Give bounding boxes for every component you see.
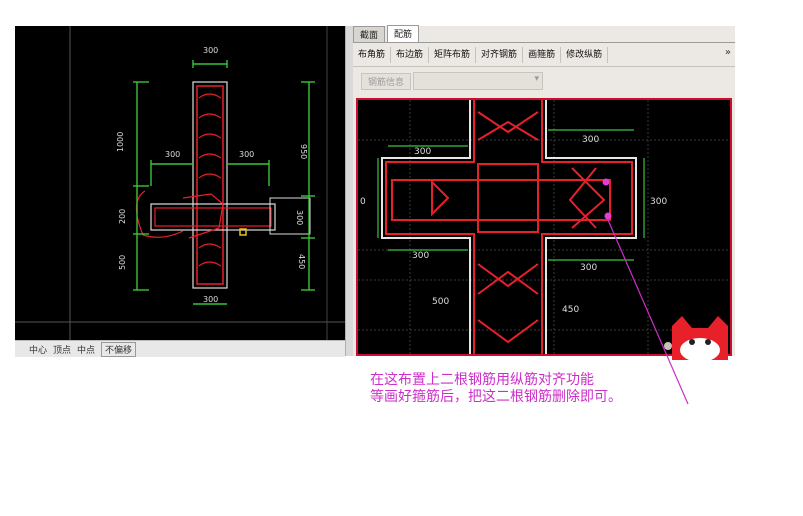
dim-right-height: 300 bbox=[650, 197, 667, 207]
edit-longitudinal-bar-button[interactable]: 修改纵筋 bbox=[561, 47, 609, 63]
dim-left-edge: 0 bbox=[360, 197, 366, 207]
mascot-fox-image bbox=[664, 312, 736, 362]
draw-stirrup-button[interactable]: 画箍筋 bbox=[523, 47, 562, 63]
dim-left-arm: 300 bbox=[165, 150, 180, 159]
tab-reinforcement[interactable]: 配筋 bbox=[387, 25, 420, 42]
dim-top-left: 300 bbox=[414, 147, 431, 157]
rebar-info-button[interactable]: 钢筋信息 bbox=[361, 72, 412, 90]
dim-height-bottom: 500 bbox=[118, 255, 127, 270]
dim-top-width: 300 bbox=[203, 46, 218, 55]
dim-bottom-width: 300 bbox=[203, 295, 218, 304]
place-edge-bar-button[interactable]: 布边筋 bbox=[391, 47, 430, 63]
annotation-line-1: 在这布置上二根钢筋用纵筋对齐功能 bbox=[370, 372, 594, 388]
instruction-annotation: 在这布置上二根钢筋用纵筋对齐功能 等画好箍筋后，把这二根钢筋删除即可。 bbox=[370, 372, 730, 406]
matrix-bar-button[interactable]: 矩阵布筋 bbox=[429, 47, 477, 63]
snap-center[interactable]: 中心 bbox=[29, 343, 47, 356]
dim-lower-left: 300 bbox=[412, 251, 429, 261]
snap-midpoint[interactable]: 中点 bbox=[77, 343, 95, 356]
left-status-bar: 中心 顶点 中点 不偏移 bbox=[15, 340, 345, 357]
dim-top-right: 300 bbox=[582, 135, 599, 145]
place-corner-bar-button[interactable]: 布角筋 bbox=[353, 47, 392, 63]
dim-lower-right: 300 bbox=[580, 263, 597, 273]
dim-bottom-right: 450 bbox=[562, 305, 579, 315]
dim-right-arm: 300 bbox=[239, 150, 254, 159]
dim-right-top: 950 bbox=[299, 144, 308, 159]
dim-bottom-left: 500 bbox=[432, 297, 449, 307]
tab-section[interactable]: 截面 bbox=[353, 26, 386, 42]
snap-vertex[interactable]: 顶点 bbox=[53, 343, 71, 356]
dim-right-mid: 300 bbox=[295, 210, 304, 225]
annotation-line-2: 等画好箍筋后，把这二根钢筋删除即可。 bbox=[370, 389, 622, 405]
fox-icon bbox=[664, 316, 728, 362]
tab-bar: 截面 配筋 bbox=[353, 25, 735, 43]
rebar-toolbar: 布角筋 布边筋 矩阵布筋 对齐钢筋 画箍筋 修改纵筋 » bbox=[353, 44, 735, 67]
align-bar-button[interactable]: 对齐钢筋 bbox=[476, 47, 524, 63]
dim-height-top: 1000 bbox=[116, 132, 125, 152]
left-section-drawing: 300 300 300 1000 200 500 950 300 450 300 bbox=[15, 26, 345, 340]
dim-right-bottom: 450 bbox=[297, 254, 306, 269]
dim-height-mid: 200 bbox=[118, 209, 127, 224]
left-cad-viewport[interactable]: 300 300 300 1000 200 500 950 300 450 300 bbox=[15, 26, 345, 340]
toolbar-more-icon[interactable]: » bbox=[725, 47, 731, 58]
offset-mode[interactable]: 不偏移 bbox=[101, 341, 137, 357]
rebar-editor-panel: 截面 配筋 布角筋 布边筋 矩阵布筋 对齐钢筋 画箍筋 修改纵筋 » 钢筋信息 bbox=[353, 25, 735, 356]
rebar-info-select[interactable] bbox=[413, 72, 544, 90]
rebar-info-row: 钢筋信息 bbox=[353, 68, 735, 94]
